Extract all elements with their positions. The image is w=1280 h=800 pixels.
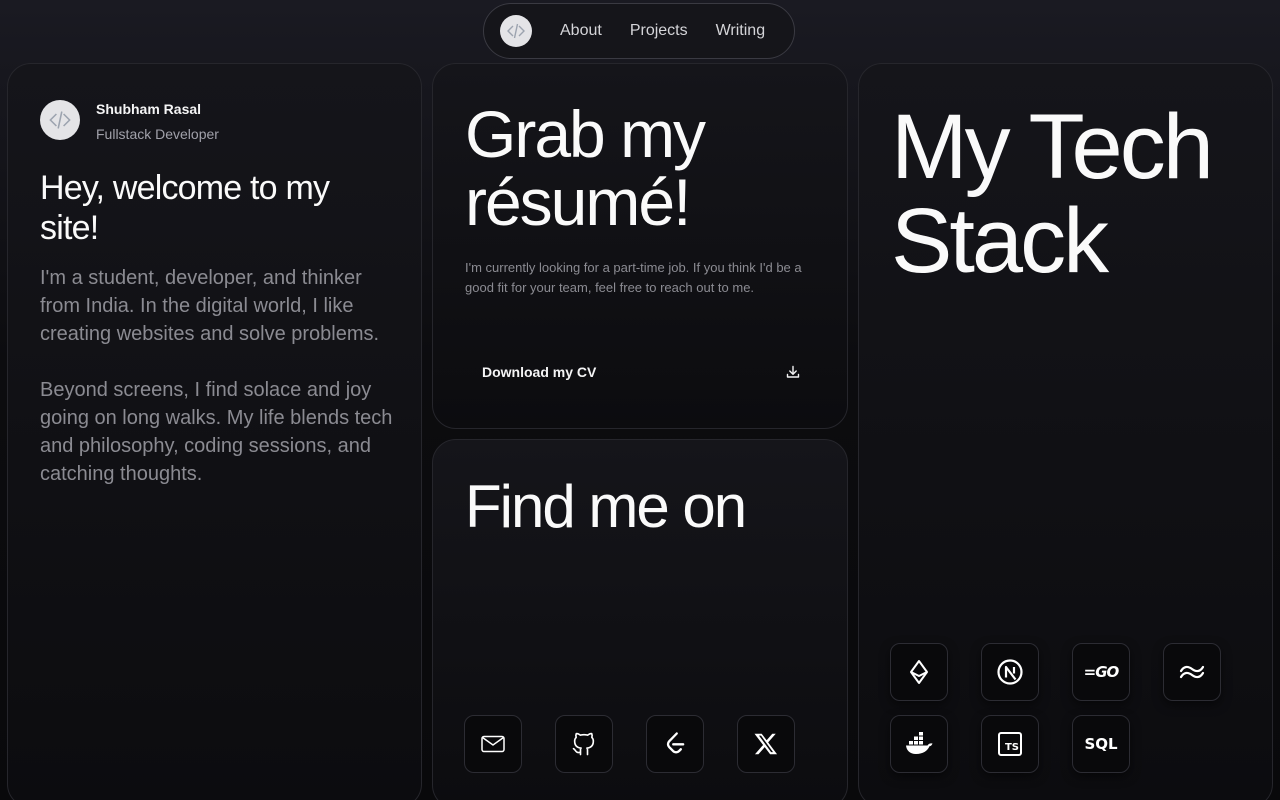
typescript-icon[interactable]: TS (981, 715, 1039, 773)
profile-card: Shubham Rasal Fullstack Developer Hey, w… (7, 63, 422, 800)
code-brackets-icon (40, 100, 80, 140)
tailwind-icon[interactable] (1163, 643, 1221, 701)
github-icon[interactable] (555, 715, 613, 773)
download-cv-button[interactable]: Download my CV (465, 350, 815, 394)
find-me-title: Find me on (465, 473, 747, 540)
download-cv-label: Download my CV (482, 364, 597, 380)
resume-card: Grab my résumé! I'm currently looking fo… (432, 63, 848, 429)
tech-stack-card: My Tech Stack =GO TS SQL (858, 63, 1273, 800)
ethereum-icon[interactable] (890, 643, 948, 701)
tech-stack-title: My Tech Stack (891, 96, 1214, 292)
resume-title: Grab my résumé! (465, 97, 706, 239)
x-twitter-icon[interactable] (737, 715, 795, 773)
resume-description: I'm currently looking for a part-time jo… (465, 260, 802, 295)
top-nav: About Projects Writing (483, 3, 795, 59)
mail-icon[interactable] (464, 715, 522, 773)
sql-icon[interactable]: SQL (1072, 715, 1130, 773)
code-brackets-icon[interactable] (500, 15, 532, 47)
golang-icon[interactable]: =GO (1072, 643, 1130, 701)
profile-header: Shubham Rasal Fullstack Developer (40, 100, 219, 142)
profile-name: Shubham Rasal (96, 101, 202, 117)
docker-icon[interactable] (890, 715, 948, 773)
leetcode-icon[interactable] (646, 715, 704, 773)
social-links (464, 715, 828, 773)
nextjs-icon[interactable] (981, 643, 1039, 701)
social-card: Find me on (432, 439, 848, 800)
profile-role: Fullstack Developer (96, 126, 219, 142)
bio-paragraph-1: I'm a student, developer, and thinker fr… (40, 267, 380, 345)
bio-paragraph-2: Beyond screens, I find solace and joy go… (40, 379, 393, 485)
nav-link-projects[interactable]: Projects (630, 22, 688, 40)
nav-link-about[interactable]: About (560, 22, 602, 40)
tech-stack-grid: =GO TS SQL (890, 643, 1230, 773)
download-icon (785, 364, 801, 380)
nav-link-writing[interactable]: Writing (716, 22, 766, 40)
welcome-heading: Hey, welcome to my site! (40, 169, 330, 247)
